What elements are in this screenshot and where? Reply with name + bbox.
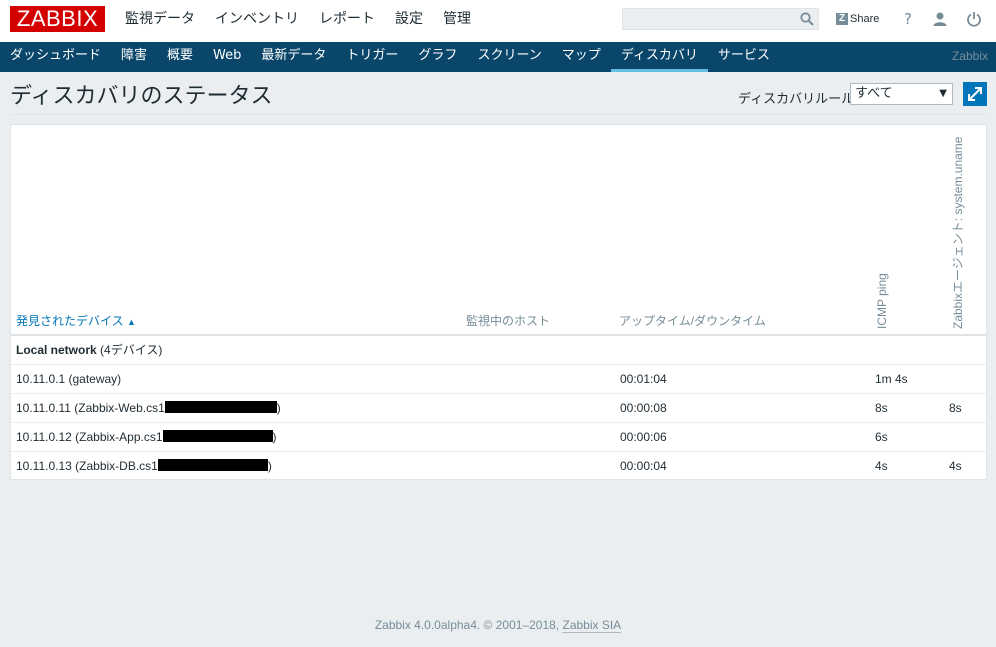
sign-out-icon[interactable] xyxy=(966,11,982,27)
main-menu-configuration[interactable]: 設定 xyxy=(385,0,433,42)
server-brand: Zabbix xyxy=(951,49,988,63)
table-row: 10.11.0.12 (Zabbix-App.cs1) 00:00:06 6s xyxy=(11,423,986,452)
user-profile-icon[interactable] xyxy=(932,11,948,27)
uptime-cell: 00:00:08 xyxy=(620,401,667,415)
page-title: ディスカバリのステータス xyxy=(10,84,273,109)
tab-problems[interactable]: 障害 xyxy=(111,42,157,72)
main-menu-administration[interactable]: 管理 xyxy=(433,0,481,42)
main-menu-reports[interactable]: レポート xyxy=(309,0,385,42)
footer: Zabbix 4.0.0alpha4. © 2001–2018, Zabbix … xyxy=(0,618,996,633)
tab-web[interactable]: Web xyxy=(203,42,251,72)
discovery-rule-select[interactable]: すべて ▼ xyxy=(850,83,953,105)
column-header-device[interactable]: 発見されたデバイス ▲ xyxy=(16,312,136,329)
column-header-monitored-host: 監視中のホスト xyxy=(466,314,551,328)
table-row: 10.11.0.1 (gateway) 00:01:04 1m 4s xyxy=(11,365,986,394)
zabbix-logo[interactable]: ZABBIX xyxy=(10,6,105,32)
icmp-cell: 1m 4s xyxy=(875,372,908,386)
search-box xyxy=(622,8,819,30)
group-count: (4デバイス) xyxy=(100,343,163,357)
search-input[interactable] xyxy=(623,9,793,29)
footer-company-link[interactable]: Zabbix SIA xyxy=(562,618,622,633)
group-name: Local network xyxy=(16,343,97,357)
column-header-uptime: アップタイム/ダウンタイム xyxy=(619,314,766,328)
sort-ascending-icon: ▲ xyxy=(127,317,136,327)
share-label: Share xyxy=(850,13,880,25)
icmp-cell: 6s xyxy=(875,430,888,444)
device-cell: 10.11.0.1 (gateway) xyxy=(16,372,122,386)
table-row: 10.11.0.13 (Zabbix-DB.cs1) 00:00:04 4s 4… xyxy=(11,452,986,481)
column-header-agent-uname: Zabbixエージェント: system.uname xyxy=(951,136,965,329)
main-menu: 監視データ インベントリ レポート 設定 管理 xyxy=(115,0,481,42)
group-row: Local network (4デバイス) xyxy=(11,336,986,365)
agent-cell: 4s xyxy=(949,459,962,473)
discovery-status-table: 発見されたデバイス ▲ 監視中のホスト アップタイム/ダウンタイム ICMP p… xyxy=(10,124,987,480)
uptime-cell: 00:00:04 xyxy=(620,459,667,473)
device-cell: 10.11.0.13 (Zabbix-DB.cs1) xyxy=(16,459,272,473)
agent-cell: 8s xyxy=(949,401,962,415)
fullscreen-icon xyxy=(968,87,982,101)
footer-copyright: Zabbix 4.0.0alpha4. © 2001–2018, xyxy=(374,618,560,632)
discovery-rule-selected: すべて xyxy=(855,86,893,101)
main-menu-monitoring[interactable]: 監視データ xyxy=(115,0,205,42)
redacted-block xyxy=(164,401,277,413)
help-icon[interactable]: ? xyxy=(900,11,916,27)
device-cell: 10.11.0.11 (Zabbix-Web.cs1) xyxy=(16,401,281,415)
main-menu-inventory[interactable]: インベントリ xyxy=(205,0,309,42)
icmp-cell: 8s xyxy=(875,401,888,415)
tab-services[interactable]: サービス xyxy=(708,42,780,72)
uptime-cell: 00:00:06 xyxy=(620,430,667,444)
tab-triggers[interactable]: トリガー xyxy=(336,42,408,72)
redacted-block xyxy=(162,430,273,442)
header-divider xyxy=(10,114,986,115)
share-link[interactable]: Z Share xyxy=(836,12,879,26)
discovery-rule-label: ディスカバリルール xyxy=(738,92,855,107)
tab-dashboard[interactable]: ダッシュボード xyxy=(0,42,111,72)
tab-graphs[interactable]: グラフ xyxy=(408,42,467,72)
tab-latest-data[interactable]: 最新データ xyxy=(251,42,336,72)
group-label: Local network (4デバイス) xyxy=(16,336,162,365)
tab-screens[interactable]: スクリーン xyxy=(467,42,551,72)
tab-maps[interactable]: マップ xyxy=(552,42,611,72)
zabbix-share-icon: Z xyxy=(836,13,848,25)
dropdown-arrow-icon: ▼ xyxy=(939,88,947,99)
column-header-icmp-ping: ICMP ping xyxy=(875,273,889,329)
table-row: 10.11.0.11 (Zabbix-Web.cs1) 00:00:08 8s … xyxy=(11,394,986,423)
search-icon[interactable] xyxy=(800,12,814,26)
uptime-cell: 00:01:04 xyxy=(620,372,667,386)
tab-discovery[interactable]: ディスカバリ xyxy=(610,42,709,72)
tab-overview[interactable]: 概要 xyxy=(157,42,203,72)
icmp-cell: 4s xyxy=(875,459,888,473)
device-cell: 10.11.0.12 (Zabbix-App.cs1) xyxy=(16,430,277,444)
redacted-block xyxy=(157,459,268,471)
fullscreen-button[interactable] xyxy=(963,82,987,106)
top-header: ZABBIX 監視データ インベントリ レポート 設定 管理 Z Share ? xyxy=(0,0,996,42)
sub-navigation: ダッシュボード 障害 概要 Web 最新データ トリガー グラフ スクリーン マ… xyxy=(0,42,996,72)
